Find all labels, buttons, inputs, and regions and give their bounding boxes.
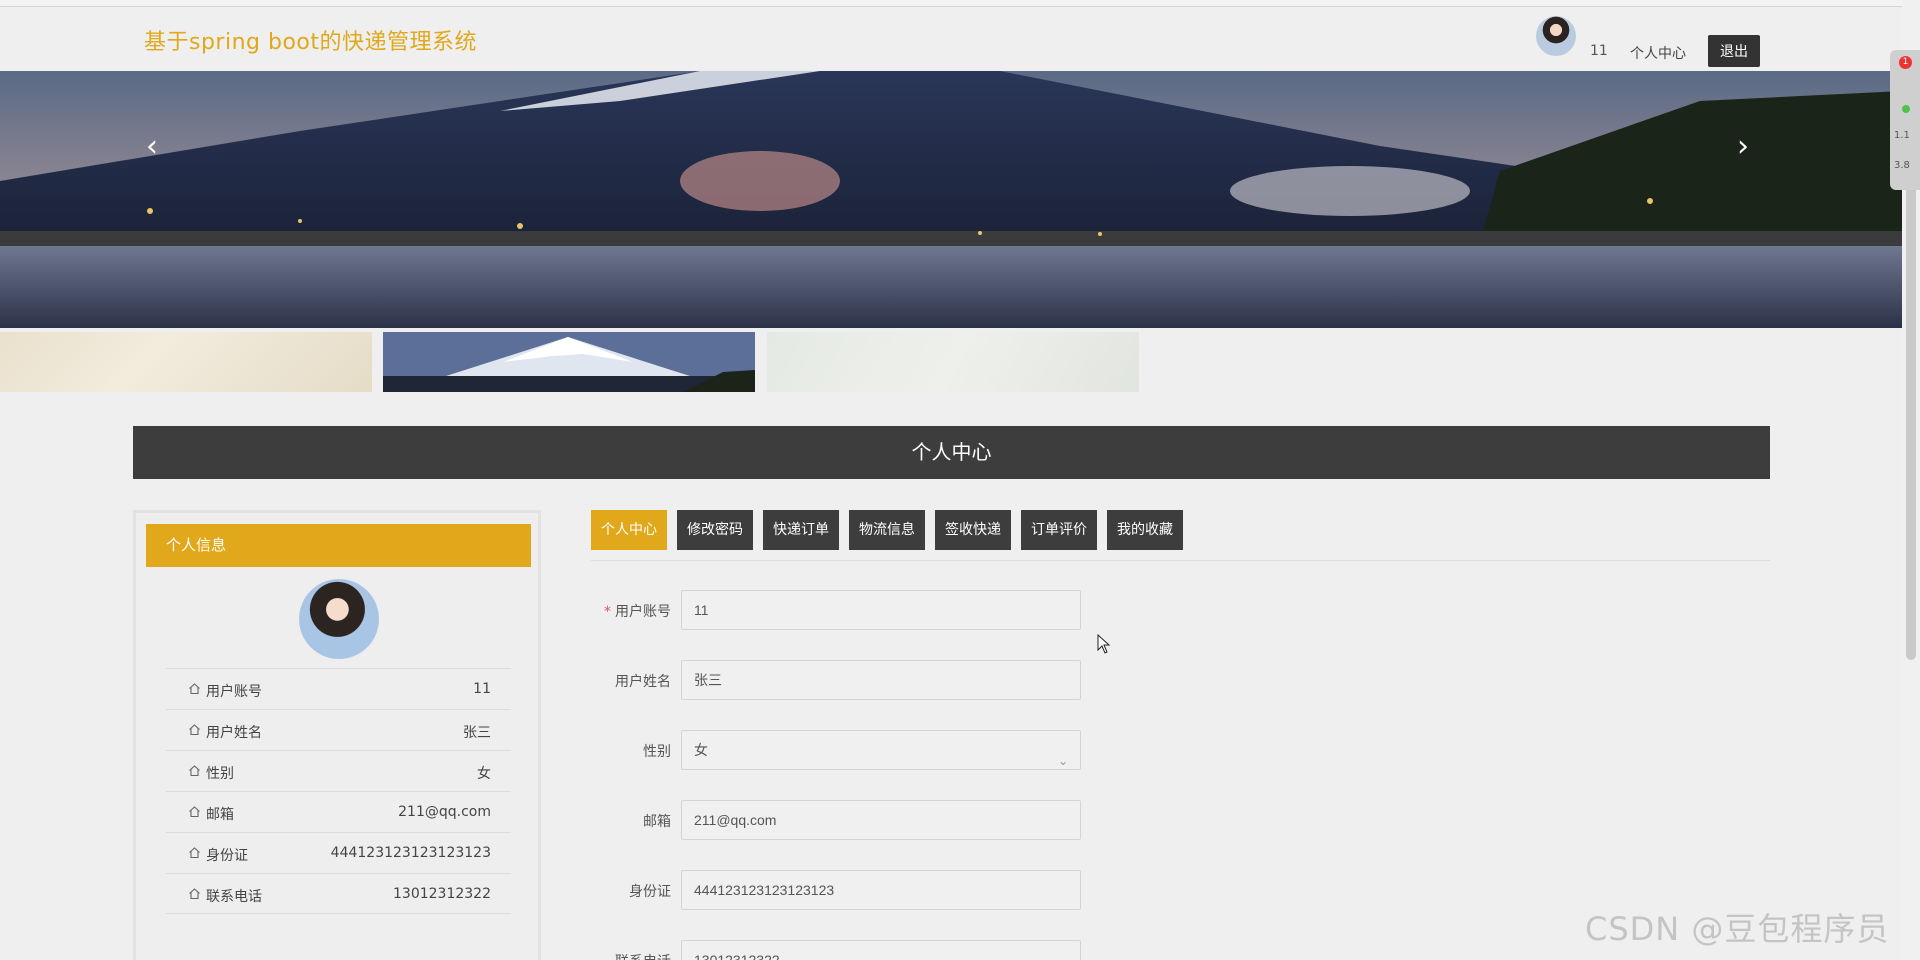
form-row-account: * 用户账号 11 <box>591 590 1081 630</box>
info-label: 联系电话 <box>206 889 262 905</box>
tab-order-reviews[interactable]: 订单评价 <box>1021 510 1097 550</box>
id-card-label: 身份证 <box>629 884 671 900</box>
profile-info-list: 用户账号 11 用户姓名 张三 性别 女 邮箱 211@qq.com 身份证 4… <box>166 668 511 914</box>
gender-select[interactable]: 女 ⌄ <box>681 730 1081 770</box>
gender-label: 性别 <box>643 744 671 760</box>
tab-express-orders[interactable]: 快递订单 <box>763 510 839 550</box>
list-item: 联系电话 13012312322 <box>166 873 511 914</box>
required-mark: * <box>604 604 611 620</box>
id-card-input[interactable]: 444123123123123123 <box>681 870 1081 910</box>
tab-logistics-info[interactable]: 物流信息 <box>849 510 925 550</box>
download-speed: 3.8 <box>1894 160 1910 171</box>
list-item: 用户账号 11 <box>166 668 511 709</box>
header-personal-center-link[interactable]: 个人中心 <box>1630 43 1686 63</box>
info-label: 性别 <box>206 766 234 782</box>
name-input[interactable]: 张三 <box>681 660 1081 700</box>
chevron-right-icon[interactable]: › <box>1737 132 1761 165</box>
profile-card-title: 个人信息 <box>146 524 531 567</box>
phone-input[interactable]: 13012312322 <box>681 940 1081 960</box>
info-value: 女 <box>477 766 491 782</box>
info-value: 13012312322 <box>393 886 491 902</box>
mouse-cursor-icon <box>1097 634 1111 654</box>
info-label: 用户姓名 <box>206 725 262 741</box>
info-label: 用户账号 <box>206 684 262 700</box>
top-border <box>0 0 1920 7</box>
tab-change-password[interactable]: 修改密码 <box>677 510 753 550</box>
info-label: 邮箱 <box>206 807 234 823</box>
gender-selected-value: 女 <box>694 742 708 758</box>
form-row-name: 用户姓名 张三 <box>591 660 1081 700</box>
tab-personal-center[interactable]: 个人中心 <box>591 510 667 550</box>
banner-thumbnail-3[interactable] <box>767 332 1139 392</box>
info-label: 身份证 <box>206 848 248 864</box>
home-icon <box>189 683 200 695</box>
name-label: 用户姓名 <box>615 674 671 690</box>
form-row-email: 邮箱 211@qq.com <box>591 800 1081 840</box>
watermark: CSDN @豆包程序员 <box>1585 910 1890 948</box>
banner-image <box>0 71 1902 328</box>
chevron-left-icon[interactable]: ‹ <box>146 132 170 165</box>
info-value: 444123123123123123 <box>330 845 491 861</box>
home-icon <box>189 806 200 818</box>
logout-button[interactable]: 退出 <box>1708 35 1760 67</box>
home-icon <box>189 888 200 900</box>
info-value: 11 <box>473 681 491 697</box>
section-title-bar: 个人中心 <box>133 426 1770 479</box>
list-item: 身份证 444123123123123123 <box>166 832 511 873</box>
home-icon <box>189 847 200 859</box>
profile-card: 个人信息 用户账号 11 用户姓名 张三 性别 女 邮箱 211@qq.com … <box>133 510 541 960</box>
email-input[interactable]: 211@qq.com <box>681 800 1081 840</box>
home-icon <box>189 765 200 777</box>
tab-bar: 个人中心 修改密码 快递订单 物流信息 签收快递 订单评价 我的收藏 <box>591 510 1183 550</box>
banner-thumbnail-2[interactable] <box>383 332 755 392</box>
status-dot-icon <box>1902 105 1910 113</box>
account-label: * 用户账号 <box>604 604 671 620</box>
chevron-down-icon: ⌄ <box>1057 754 1068 768</box>
notification-badge: 1 <box>1899 56 1912 69</box>
header: 基于spring boot的快递管理系统 11 个人中心 退出 <box>0 7 1902 71</box>
list-item: 性别 女 <box>166 750 511 791</box>
upload-speed: 1.1 <box>1894 130 1910 141</box>
list-item: 用户姓名 张三 <box>166 709 511 750</box>
list-item: 邮箱 211@qq.com <box>166 791 511 832</box>
info-value: 张三 <box>463 725 491 741</box>
tabs-divider <box>591 560 1770 561</box>
info-value: 211@qq.com <box>398 804 491 820</box>
email-label: 邮箱 <box>643 814 671 830</box>
home-icon <box>189 724 200 736</box>
form-row-id-card: 身份证 444123123123123123 <box>591 870 1081 910</box>
profile-avatar <box>299 579 379 659</box>
header-avatar[interactable] <box>1536 16 1576 56</box>
banner-thumbnail-1[interactable] <box>0 332 372 392</box>
account-input[interactable]: 11 <box>681 590 1081 630</box>
phone-label: 联系电话 <box>615 951 671 960</box>
tab-my-favorites[interactable]: 我的收藏 <box>1107 510 1183 550</box>
site-title[interactable]: 基于spring boot的快递管理系统 <box>144 24 477 56</box>
banner-carousel[interactable]: ‹ › <box>0 71 1902 328</box>
form-row-gender: 性别 女 ⌄ <box>591 730 1081 770</box>
header-username[interactable]: 11 <box>1590 43 1608 59</box>
tab-sign-for-express[interactable]: 签收快递 <box>935 510 1011 550</box>
network-speed-widget[interactable]: 1 1.1 3.8 <box>1890 50 1920 190</box>
form-row-phone: 联系电话 13012312322 <box>591 940 1081 960</box>
